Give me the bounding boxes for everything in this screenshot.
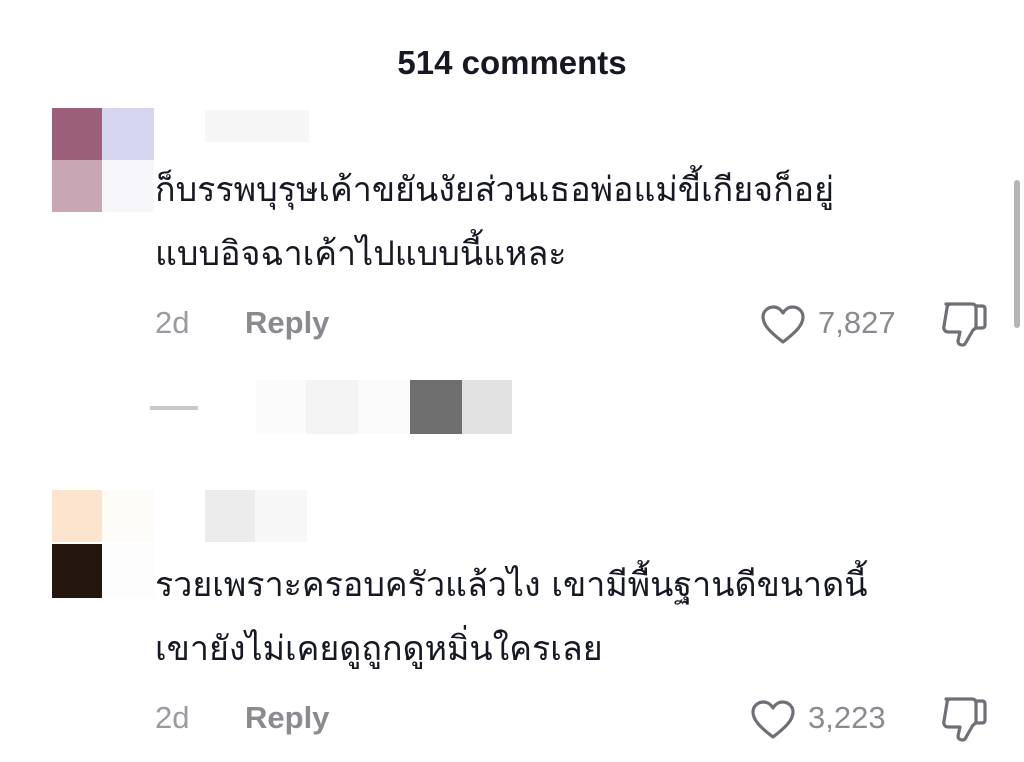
comment-timestamp: 2d — [155, 700, 190, 735]
username-redacted[interactable] — [205, 110, 309, 142]
avatar[interactable] — [52, 108, 156, 212]
comment-text: รวยเพราะครอบครัวแล้วไง เขามีพื้นฐานดีขนา… — [155, 553, 975, 681]
comment-text-line: แบบอิจฉาเค้าไปแบบนี้แหละ — [155, 234, 567, 274]
like-count: 3,223 — [808, 700, 886, 735]
heart-outline-icon[interactable] — [750, 699, 796, 741]
thumbs-down-outline-icon[interactable] — [938, 298, 990, 348]
reply-button[interactable]: Reply — [245, 700, 329, 736]
heart-outline-icon[interactable] — [760, 304, 806, 346]
comment-text-line: เขายังไม่เคยดูถูกดูหมิ่นใครเลย — [155, 629, 603, 669]
username-redacted[interactable] — [205, 490, 309, 542]
reply-button[interactable]: Reply — [245, 305, 329, 341]
comment-text: ก็บรรพบุรุษเค้าขยันงัยส่วนเธอพ่อแม่ขี้เก… — [155, 158, 975, 286]
like-count: 7,827 — [818, 305, 896, 340]
comment-text-line: รวยเพราะครอบครัวแล้วไง เขามีพื้นฐานดีขนา… — [155, 565, 868, 605]
comment-text-line: ก็บรรพบุรุษเค้าขยันงัยส่วนเธอพ่อแม่ขี้เก… — [155, 170, 835, 210]
comments-count-title: 514 comments — [397, 44, 627, 81]
view-replies-redacted[interactable] — [150, 380, 514, 436]
thumbs-down-outline-icon[interactable] — [938, 693, 990, 743]
scrollbar-thumb[interactable] — [1014, 180, 1020, 328]
comment-timestamp: 2d — [155, 305, 190, 340]
avatar[interactable] — [52, 490, 156, 600]
